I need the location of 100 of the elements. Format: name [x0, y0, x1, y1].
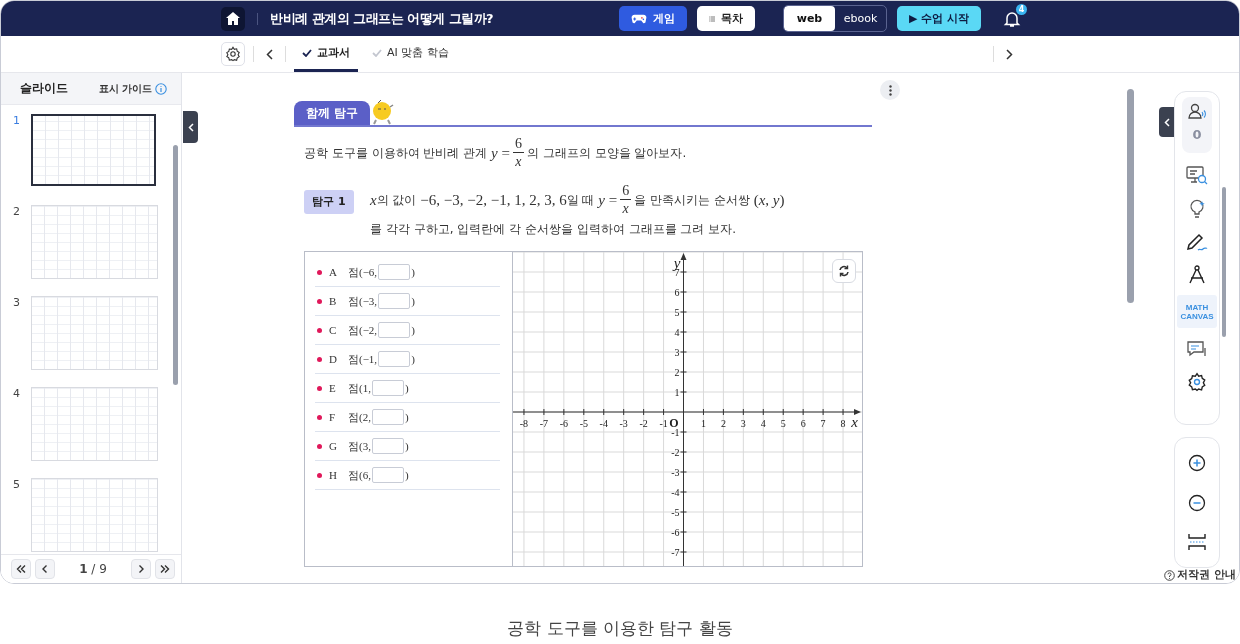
point-label: D	[329, 353, 338, 365]
slide-number: 4	[13, 387, 21, 402]
y-axis-label: y	[673, 255, 681, 271]
y-tick-label: 3	[674, 347, 680, 358]
x-tick-label: -8	[519, 418, 529, 429]
chevron-icon	[40, 564, 50, 574]
copyright-link[interactable]: 저작권 안내	[1164, 568, 1236, 582]
start-class-button[interactable]: ▶ 수업 시작	[897, 6, 981, 31]
y-tick-label: -2	[671, 447, 680, 458]
point-label: E	[329, 382, 337, 394]
answer-field[interactable]	[378, 322, 411, 338]
closing-parenthesis: )	[411, 353, 415, 365]
point-label: A	[329, 266, 338, 278]
point-label: B	[329, 295, 338, 307]
point-coordinate-text: 점(−3,	[348, 293, 378, 309]
closing-parenthesis: )	[411, 295, 415, 307]
participants-icon[interactable]	[1188, 103, 1206, 119]
view-toggle-option[interactable]: web	[784, 6, 835, 31]
scrollbar-thumb[interactable]	[1222, 187, 1226, 337]
chevron-left-icon	[266, 48, 273, 60]
slide-thumbnail[interactable]	[31, 114, 156, 186]
scrollbar-thumb[interactable]	[173, 145, 178, 385]
x-tick-label: -5	[579, 418, 588, 429]
settings-icon	[225, 46, 241, 62]
point-marker-icon	[317, 269, 322, 275]
closing-parenthesis: )	[411, 324, 415, 336]
closing-parenthesis: )	[404, 411, 409, 423]
check-icon	[372, 48, 382, 57]
section-label: 함께 탐구	[294, 101, 371, 125]
participant-count: 0	[1192, 127, 1202, 144]
x-tick-label: -7	[539, 418, 549, 429]
more-options-button[interactable]	[880, 80, 900, 100]
x-tick-label: 3	[740, 418, 746, 429]
chevron-left-icon	[187, 122, 194, 132]
y-tick-label: -5	[671, 507, 680, 518]
y-tick-label: -1	[671, 427, 680, 438]
y-tick-label: -4	[671, 487, 680, 498]
figure-caption: 공학 도구를 이용한 탐구 활동	[507, 618, 733, 638]
scrollbar-thumb[interactable]	[1127, 89, 1134, 303]
point-coordinate-text: 점(1,	[348, 380, 371, 396]
refresh-button[interactable]	[832, 259, 856, 283]
point-coordinate-text: 점(2,	[348, 409, 371, 425]
y-tick-label: -7	[671, 547, 680, 558]
x-axis-label: x	[851, 414, 858, 430]
answer-field[interactable]	[378, 264, 411, 280]
answer-field[interactable]	[371, 380, 404, 396]
chevron-right-icon	[1006, 48, 1013, 60]
collapse-sidebar-button[interactable]	[183, 111, 198, 143]
point-coordinate-text: 점(6,	[348, 467, 371, 483]
bell-icon[interactable]	[1003, 9, 1021, 28]
x-tick-label: -6	[559, 418, 569, 429]
answer-field[interactable]	[371, 409, 404, 425]
display-guide-link[interactable]: 표시 가이드	[98, 81, 167, 96]
y-tick-label: 4	[674, 327, 680, 338]
chevron-left-icon	[1163, 117, 1170, 127]
answer-field[interactable]	[378, 351, 411, 367]
list-icon	[709, 13, 715, 24]
game-button[interactable]: 게임	[619, 6, 687, 31]
more-icon	[888, 84, 892, 96]
double-chevron-icon	[16, 564, 26, 574]
character-drawing	[370, 99, 395, 125]
check-icon	[302, 48, 312, 57]
x-tick-label: 1	[700, 418, 706, 429]
answer-field[interactable]	[371, 438, 404, 454]
table-of-contents-button[interactable]: 목차	[697, 6, 755, 31]
point-marker-icon	[317, 443, 322, 449]
double-chevron-icon	[160, 564, 170, 574]
point-marker-icon	[317, 385, 322, 391]
home-icon	[225, 11, 241, 26]
view-toggle-option[interactable]: ebook	[835, 6, 886, 31]
point-marker-icon	[317, 298, 322, 304]
y-tick-label: 2	[674, 367, 680, 378]
collapse-toolbar-button[interactable]	[1159, 107, 1174, 137]
x-tick-label: -2	[639, 418, 648, 429]
closing-parenthesis: )	[404, 440, 409, 452]
answer-field[interactable]	[378, 293, 411, 309]
answer-field[interactable]	[371, 467, 404, 483]
closing-parenthesis: )	[404, 469, 409, 481]
notification-badge: 4	[1016, 3, 1027, 15]
slide-number: 5	[13, 478, 21, 493]
x-tick-label: 5	[780, 418, 786, 429]
point-coordinate-text: 점(−1,	[348, 351, 378, 367]
y-tick-label: -3	[671, 467, 680, 478]
settings-button[interactable]	[221, 42, 245, 66]
x-tick-label: 2	[720, 418, 726, 429]
point-label: H	[329, 469, 338, 481]
x-tick-label: -3	[619, 418, 628, 429]
point-label: F	[329, 411, 337, 423]
tab[interactable]: AI 맞춤 학습	[364, 36, 457, 72]
x-tick-label: 4	[760, 418, 766, 429]
info-icon	[155, 82, 167, 95]
help-icon	[1164, 569, 1176, 581]
y-tick-label: 1	[674, 387, 680, 398]
first-page-button[interactable]	[11, 559, 31, 579]
home-button[interactable]	[221, 6, 245, 31]
y-tick-label: 6	[674, 287, 680, 298]
last-page-button[interactable]	[155, 559, 175, 579]
y-tick-label: -6	[671, 527, 680, 538]
closing-parenthesis: )	[411, 266, 415, 278]
page-indicator: 1 / 9	[78, 562, 108, 576]
